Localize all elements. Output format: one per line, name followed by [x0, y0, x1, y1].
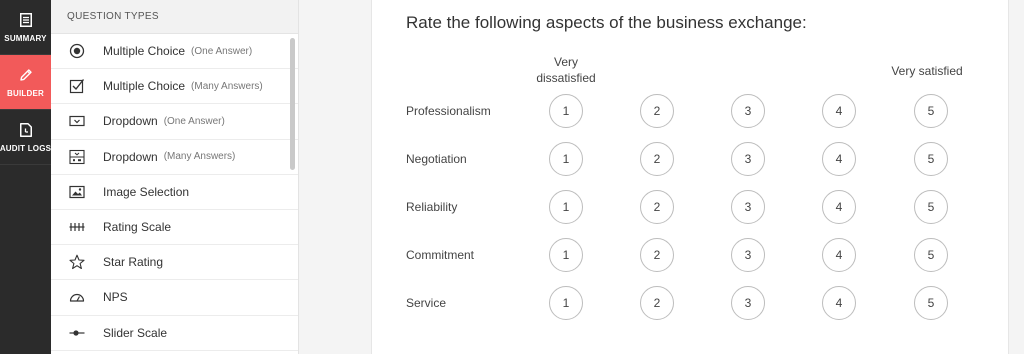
question-type-sublabel: (Many Answers) — [163, 151, 236, 163]
rating-option-3[interactable]: 3 — [731, 190, 765, 224]
question-types-scrollbar[interactable] — [290, 38, 295, 170]
rating-option-2[interactable]: 2 — [640, 238, 674, 272]
gauge-icon — [69, 289, 85, 305]
radio-icon — [69, 43, 85, 59]
checkbox-icon — [69, 78, 85, 94]
star-icon — [69, 254, 85, 270]
rating-option-3[interactable]: 3 — [731, 94, 765, 128]
question-type-dropdown-many[interactable]: Dropdown (Many Answers) — [51, 140, 298, 175]
rating-option-1[interactable]: 1 — [549, 142, 583, 176]
rating-option-5[interactable]: 5 — [914, 286, 948, 320]
question-type-rating-scale[interactable]: Rating Scale — [51, 210, 298, 246]
dropdown-icon — [69, 113, 85, 129]
nav-builder-label: BUILDER — [7, 88, 44, 98]
nav-builder[interactable]: BUILDER — [0, 55, 51, 110]
question-type-label: NPS — [103, 290, 128, 305]
rating-option-1[interactable]: 1 — [549, 286, 583, 320]
rating-option-1[interactable]: 1 — [549, 94, 583, 128]
summary-icon — [19, 12, 33, 28]
rating-option-5[interactable]: 5 — [914, 190, 948, 224]
question-card[interactable]: Rate the following aspects of the busine… — [371, 0, 1009, 354]
rating-scale-icon — [69, 219, 85, 235]
question-type-image-selection[interactable]: Image Selection — [51, 175, 298, 210]
question-types-panel: QUESTION TYPES Multiple Choice (One Answ… — [51, 0, 299, 354]
left-nav: SUMMARY BUILDER AUDIT LOGS — [0, 0, 51, 354]
rating-option-1[interactable]: 1 — [549, 190, 583, 224]
question-type-label: Dropdown — [103, 149, 158, 164]
nav-summary-label: SUMMARY — [4, 33, 47, 43]
question-type-label: Star Rating — [103, 255, 164, 270]
rating-option-4[interactable]: 4 — [822, 286, 856, 320]
question-type-label: Slider Scale — [103, 325, 168, 340]
rating-option-1[interactable]: 1 — [549, 238, 583, 272]
image-icon — [69, 184, 85, 200]
rating-option-2[interactable]: 2 — [640, 94, 674, 128]
scale-low-label: Very dissatisfied — [536, 55, 596, 85]
dropdown-multi-icon — [69, 149, 85, 165]
rating-option-2[interactable]: 2 — [640, 142, 674, 176]
question-types-header: QUESTION TYPES — [51, 0, 298, 34]
question-type-sublabel: (Many Answers) — [191, 80, 263, 92]
audit-logs-icon — [19, 122, 33, 138]
rating-option-4[interactable]: 4 — [822, 94, 856, 128]
rating-option-5[interactable]: 5 — [914, 238, 948, 272]
question-type-label: Dropdown — [103, 114, 158, 129]
rating-option-3[interactable]: 3 — [731, 286, 765, 320]
row-label-professionalism: Professionalism — [406, 104, 491, 118]
pencil-icon — [19, 67, 33, 83]
question-type-label: Image Selection — [103, 184, 190, 199]
rating-option-4[interactable]: 4 — [822, 142, 856, 176]
question-type-slider-scale[interactable]: Slider Scale — [51, 316, 298, 351]
rating-option-2[interactable]: 2 — [640, 190, 674, 224]
rating-option-3[interactable]: 3 — [731, 238, 765, 272]
scale-high-label: Very satisfied — [891, 64, 963, 78]
question-types-list: Multiple Choice (One Answer) Multiple Ch… — [51, 34, 298, 351]
question-type-star-rating[interactable]: Star Rating — [51, 245, 298, 281]
nav-audit-logs[interactable]: AUDIT LOGS — [0, 110, 51, 165]
question-type-nps[interactable]: NPS — [51, 280, 298, 316]
question-type-multiple-choice-one[interactable]: Multiple Choice (One Answer) — [51, 34, 298, 70]
question-type-label: Rating Scale — [103, 220, 172, 235]
row-label-commitment: Commitment — [406, 248, 475, 262]
rating-option-2[interactable]: 2 — [640, 286, 674, 320]
question-type-label: Multiple Choice — [103, 79, 186, 94]
rating-option-4[interactable]: 4 — [822, 238, 856, 272]
question-type-dropdown-one[interactable]: Dropdown (One Answer) — [51, 104, 298, 140]
row-label-reliability: Reliability — [406, 200, 458, 214]
question-type-label: Multiple Choice — [103, 44, 186, 59]
rating-option-5[interactable]: 5 — [914, 142, 948, 176]
question-title: Rate the following aspects of the busine… — [406, 13, 807, 32]
question-type-sublabel: (One Answer) — [191, 45, 253, 57]
rating-option-4[interactable]: 4 — [822, 190, 856, 224]
row-label-negotiation: Negotiation — [406, 152, 467, 166]
question-type-multiple-choice-many[interactable]: Multiple Choice (Many Answers) — [51, 69, 298, 105]
rating-option-5[interactable]: 5 — [914, 94, 948, 128]
question-type-sublabel: (One Answer) — [163, 115, 225, 127]
slider-icon — [69, 325, 85, 341]
row-label-service: Service — [406, 296, 447, 310]
nav-audit-logs-label: AUDIT LOGS — [0, 143, 52, 153]
rating-option-3[interactable]: 3 — [731, 142, 765, 176]
nav-summary[interactable]: SUMMARY — [0, 0, 51, 55]
builder-canvas: Rate the following aspects of the busine… — [300, 0, 1024, 354]
